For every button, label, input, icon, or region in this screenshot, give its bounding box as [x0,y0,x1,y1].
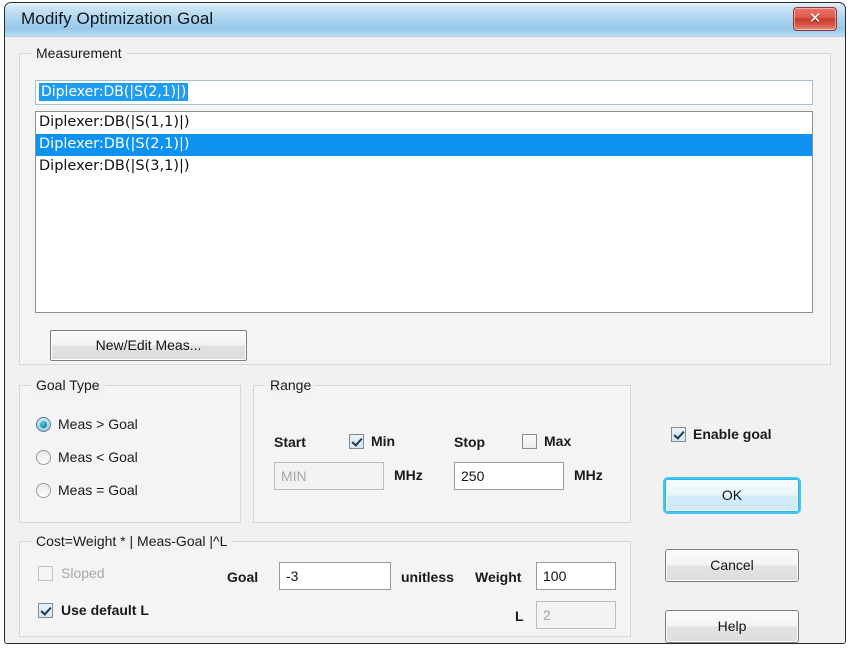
range-group: Range Start Min MIN MHz Stop Max 250 MHz [253,385,631,523]
l-caption: L [515,608,524,624]
range-group-label: Range [265,377,316,393]
measurement-selected-text: Diplexer:DB(|S(2,1)|) [39,83,188,101]
sloped-checkbox[interactable] [38,566,53,581]
stop-unit-label: MHz [574,467,603,483]
stop-input[interactable]: 250 [454,462,564,490]
modify-optimization-goal-dialog: Modify Optimization Goal ✕ Measurement D… [4,2,846,644]
help-button[interactable]: Help [665,610,799,643]
goal-unit-label: unitless [401,569,454,585]
min-checkbox[interactable] [349,434,364,449]
title-bar: Modify Optimization Goal ✕ [5,3,845,37]
start-input[interactable]: MIN [274,462,384,490]
new-edit-meas-button[interactable]: New/Edit Meas... [50,330,247,361]
measurement-group: Measurement Diplexer:DB(|S(2,1)|) Diplex… [19,53,831,365]
cost-group-label: Cost=Weight * | Meas-Goal |^L [31,533,232,549]
list-item[interactable]: Diplexer:DB(|S(1,1)|) [36,112,812,134]
goal-caption: Goal [227,569,258,585]
goal-type-option-label: Meas > Goal [58,416,138,432]
ok-button[interactable]: OK [665,479,799,512]
start-unit-label: MHz [394,467,423,483]
start-caption: Start [274,434,306,450]
stop-caption: Stop [454,434,485,450]
goal-type-group: Goal Type Meas > Goal Meas < Goal Meas =… [19,385,241,523]
max-checkbox-label: Max [544,433,571,449]
cost-group: Cost=Weight * | Meas-Goal |^L Sloped Use… [19,541,631,637]
max-checkbox[interactable] [522,434,537,449]
cancel-button[interactable]: Cancel [665,549,799,582]
measurement-list[interactable]: Diplexer:DB(|S(1,1)|) Diplexer:DB(|S(2,1… [35,111,813,313]
enable-goal-label: Enable goal [693,426,772,442]
radio-icon[interactable] [36,450,51,465]
goal-input[interactable]: -3 [279,562,391,590]
use-default-l-checkbox[interactable] [38,603,53,618]
enable-goal-checkbox[interactable] [671,427,686,442]
measurement-text-field[interactable]: Diplexer:DB(|S(2,1)|) [35,80,813,105]
use-default-l-label: Use default L [61,602,149,618]
measurement-group-label: Measurement [31,45,127,61]
radio-icon[interactable] [36,417,51,432]
weight-input[interactable]: 100 [536,562,616,590]
l-input[interactable]: 2 [536,601,616,629]
sloped-checkbox-label: Sloped [61,565,105,581]
dialog-client-area: Measurement Diplexer:DB(|S(2,1)|) Diplex… [5,37,845,643]
goal-type-option-label: Meas = Goal [58,482,138,498]
min-checkbox-label: Min [371,433,395,449]
window-title: Modify Optimization Goal [21,9,213,29]
goal-type-group-label: Goal Type [31,377,105,393]
list-item[interactable]: Diplexer:DB(|S(2,1)|) [36,134,812,156]
close-x-icon: ✕ [794,9,836,27]
goal-type-option-label: Meas < Goal [58,449,138,465]
radio-icon[interactable] [36,483,51,498]
list-item[interactable]: Diplexer:DB(|S(3,1)|) [36,156,812,178]
weight-caption: Weight [475,569,521,585]
close-button[interactable]: ✕ [793,7,837,31]
